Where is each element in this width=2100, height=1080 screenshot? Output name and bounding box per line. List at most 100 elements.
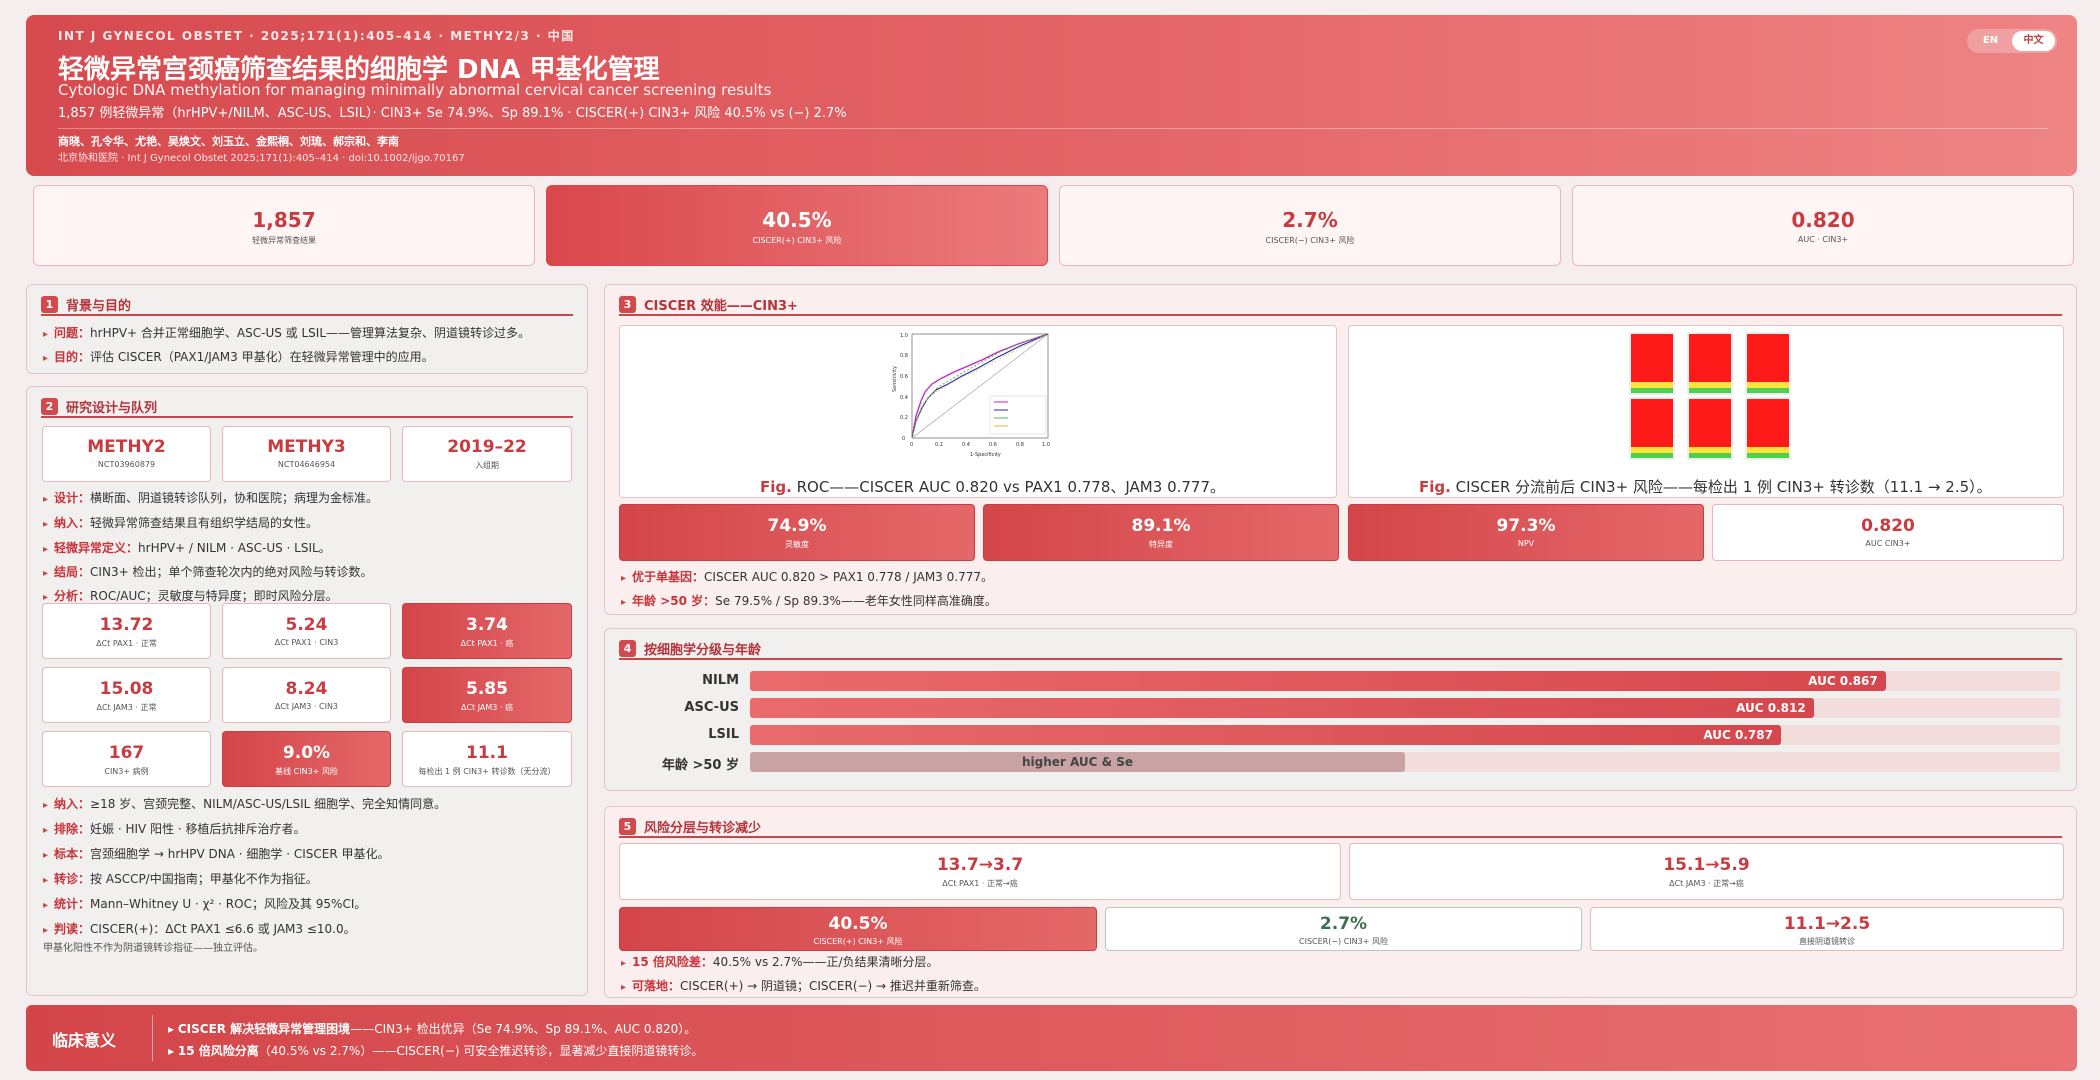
heatmap-mid-risk-area: [1689, 447, 1731, 453]
footer-line: 15 倍风险分离（40.5% vs 2.7%）——CISCER(−) 可安全推迟…: [168, 1042, 704, 1059]
stat-box: 167 CIN3+ 病例: [42, 731, 211, 787]
header-banner: INT J GYNECOL OBSTET · 2025;171(1):405–4…: [26, 15, 2077, 176]
heatmap-mid-risk-area: [1689, 382, 1731, 388]
bullet-aim: 目的：评估 CISCER（PAX1/JAM3 甲基化）在轻微异常管理中的应用。: [43, 348, 434, 365]
kpi-label: 轻微异常筛查结果: [252, 236, 316, 245]
jam3-change-box: 15.1→5.9 ΔCt JAM3 · 正常→癌: [1349, 843, 2064, 900]
roc-x-tick: 0.6: [989, 442, 997, 448]
lang-zh-button[interactable]: 中文: [2012, 31, 2055, 51]
auc-bar-row: NILM AUC 0.867: [621, 671, 2060, 691]
lang-en-button[interactable]: EN: [1969, 31, 2012, 51]
auc-bar-track: AUC 0.787: [750, 725, 2060, 745]
risk-heatmap-figure: Fig. CISCER 分流前后 CIN3+ 风险——每检出 1 例 CIN3+…: [1348, 325, 2064, 498]
trial-box-methy2: METHY2 NCT03960879: [42, 426, 211, 482]
kpi-label: CISCER(−) CIN3+ 风险: [1265, 236, 1355, 245]
heatmap-low-risk-area: [1631, 453, 1673, 458]
bullet-design: 设计：横断面、阴道镜转诊队列，协和医院；病理为金标准。: [43, 489, 378, 506]
stat-box: 9.0% 基线 CIN3+ 风险: [222, 731, 391, 787]
heatmap-high-risk-area: [1631, 399, 1673, 447]
bullet-definition: 轻微异常定义：hrHPV+ / NILM · ASC-US · LSIL。: [43, 539, 331, 556]
heatmap-panel: [1745, 332, 1791, 395]
footer-divider: [152, 1015, 153, 1061]
roc-y-tick: 0: [902, 436, 905, 442]
heatmap-panel: [1745, 397, 1791, 460]
clinical-significance-footer: 临床意义 CISCER 解决轻微异常管理困境——CIN3+ 检出优异（Se 74…: [26, 1005, 2077, 1071]
heatmap-high-risk-area: [1747, 399, 1789, 447]
heatmap-mid-risk-area: [1631, 447, 1673, 453]
bullet-superiority: 优于单基因：CISCER AUC 0.820 > PAX1 0.778 / JA…: [621, 568, 993, 585]
auc-bar-category-label: NILM: [702, 673, 739, 688]
authors: 商晓、孔令华、尤艳、吴焕文、刘玉立、金熙桐、刘琉、郝宗和、李南: [58, 135, 399, 148]
enrollment-period-box: 2019–22 入组期: [402, 426, 572, 482]
journal-line: INT J GYNECOL OBSTET · 2025;171(1):405–4…: [58, 29, 575, 43]
roc-y-tick: 0.6: [900, 374, 908, 380]
stat-box: 5.85 ΔCt JAM3 · 癌: [402, 667, 572, 723]
language-toggle: EN 中文: [1967, 29, 2057, 53]
roc-y-tick: 0.4: [900, 395, 908, 401]
heatmap-panel: [1687, 332, 1733, 395]
heatmap-low-risk-area: [1689, 388, 1731, 393]
bullet-risk-difference: 15 倍风险差：40.5% vs 2.7%——正/负结果清晰分层。: [621, 953, 939, 970]
heatmap-low-risk-area: [1747, 388, 1789, 393]
auc-bar-track: AUC 0.867: [750, 671, 2060, 691]
heatmap-low-risk-area: [1747, 453, 1789, 458]
section-background: 1背景与目的 问题：hrHPV+ 合并正常细胞学、ASC-US 或 LSIL——…: [26, 284, 588, 374]
stat-box: 11.1 每检出 1 例 CIN3+ 转诊数（无分流）: [402, 731, 572, 787]
roc-x-tick: 0.4: [962, 442, 970, 448]
auc-bar-category-label: LSIL: [708, 727, 739, 742]
auc-bar-category-label: 年龄 >50 岁: [661, 758, 739, 773]
section-heading: 2 研究设计与队列: [41, 396, 573, 418]
roc-x-axis-label: 1-Specificity: [970, 452, 1001, 458]
header-divider: [58, 128, 2048, 129]
kpi-value: 2.7%: [1282, 208, 1338, 232]
heatmap-high-risk-area: [1747, 334, 1789, 382]
bullet-analysis: 分析：ROC/AUC；灵敏度与特异度；即时风险分层。: [43, 587, 338, 604]
section-heading: 3 CISCER 效能——CIN3+: [619, 294, 2062, 316]
bullet-specimen: 标本：宫颈细胞学 → hrHPV DNA · 细胞学 · CISCER 甲基化。: [43, 845, 389, 862]
roc-x-tick: 1.0: [1042, 442, 1050, 448]
metric-sensitivity: 74.9% 灵敏度: [619, 504, 975, 561]
bullet-statistics: 统计：Mann–Whitney U · χ² · ROC；风险及其 95%CI。: [43, 895, 366, 912]
auc-bar: AUC 0.787: [750, 725, 1781, 745]
section-design: 2 研究设计与队列 METHY2 NCT03960879 METHY3 NCT04…: [26, 386, 588, 996]
stat-box: 13.72 ΔCt PAX1 · 正常: [42, 603, 211, 659]
heatmap-caption: Fig. CISCER 分流前后 CIN3+ 风险——每检出 1 例 CIN3+…: [1419, 478, 1992, 496]
bullet-outcome: 结局：CIN3+ 检出；单个筛查轮次内的绝对风险与转诊数。: [43, 563, 372, 580]
section-subgroup: 4 按细胞学分级与年龄 NILM AUC 0.867 ASC-US AUC 0.812 L…: [604, 628, 2077, 791]
key-stats-line: 1,857 例轻微异常（hrHPV+/NILM、ASC-US、LSIL）· CI…: [58, 106, 847, 121]
pax1-change-box: 13.7→3.7 ΔCt PAX1 · 正常→癌: [619, 843, 1341, 900]
bullet-inclusion: 纳入：轻微异常筛查结果且有组织学结局的女性。: [43, 514, 318, 531]
heatmap-panel: [1629, 332, 1675, 395]
roc-x-tick: 0.8: [1016, 442, 1024, 448]
roc-y-ticks: 0 0.2 0.4 0.6 0.8 1.0: [900, 333, 908, 442]
roc-figure: Sensitivity 1-Specificity 0 0.2 0.4 0.6 …: [619, 325, 1337, 498]
auc-bar-category-label: ASC-US: [684, 700, 739, 715]
positive-risk-box: 40.5% CISCER(+) CIN3+ 风险: [619, 907, 1097, 951]
heatmap-high-risk-area: [1631, 334, 1673, 382]
stat-box: 8.24 ΔCt JAM3 · CIN3: [222, 667, 391, 723]
auc-bar-track: higher AUC & Se: [750, 752, 2060, 772]
section-heading: 1 背景与目的: [41, 294, 573, 316]
heatmap-panel: [1629, 397, 1675, 460]
roc-y-tick: 1.0: [900, 333, 908, 339]
kpi-value: 1,857: [252, 208, 316, 232]
english-subtitle: Cytologic DNA methylation for managing m…: [58, 81, 772, 99]
bullet-referral: 转诊：按 ASCCP/中国指南；甲基化不作为指征。: [43, 870, 318, 887]
kpi-auc: 0.820 AUC · CIN3+: [1572, 185, 2074, 266]
kpi-negative-risk: 2.7% CISCER(−) CIN3+ 风险: [1059, 185, 1561, 266]
referral-reduction-box: 11.1→2.5 直接阴道镜转诊: [1590, 907, 2064, 951]
bullet-eligibility: 纳入：≥18 岁、宫颈完整、NILM/ASC-US/LSIL 细胞学、完全知情同…: [43, 795, 446, 812]
kpi-total: 1,857 轻微异常筛查结果: [33, 185, 535, 266]
heatmap-high-risk-area: [1689, 334, 1731, 382]
heatmap-mid-risk-area: [1747, 382, 1789, 388]
heatmap-low-risk-area: [1689, 453, 1731, 458]
kpi-positive-risk: 40.5% CISCER(+) CIN3+ 风险: [546, 185, 1048, 266]
kpi-label: CISCER(+) CIN3+ 风险: [752, 236, 842, 245]
bullet-age: 年龄 >50 岁：Se 79.5% / Sp 89.3%——老年女性同样高准确度…: [621, 592, 997, 609]
auc-bar-row: LSIL AUC 0.787: [621, 725, 2060, 745]
roc-y-tick: 0.8: [900, 353, 908, 359]
footnote: 甲基化阳性不作为阴道镜转诊指征——独立评估。: [43, 943, 263, 954]
stat-box: 15.08 ΔCt JAM3 · 正常: [42, 667, 211, 723]
heatmap-low-risk-area: [1631, 388, 1673, 393]
footer-title: 临床意义: [52, 1031, 117, 1050]
